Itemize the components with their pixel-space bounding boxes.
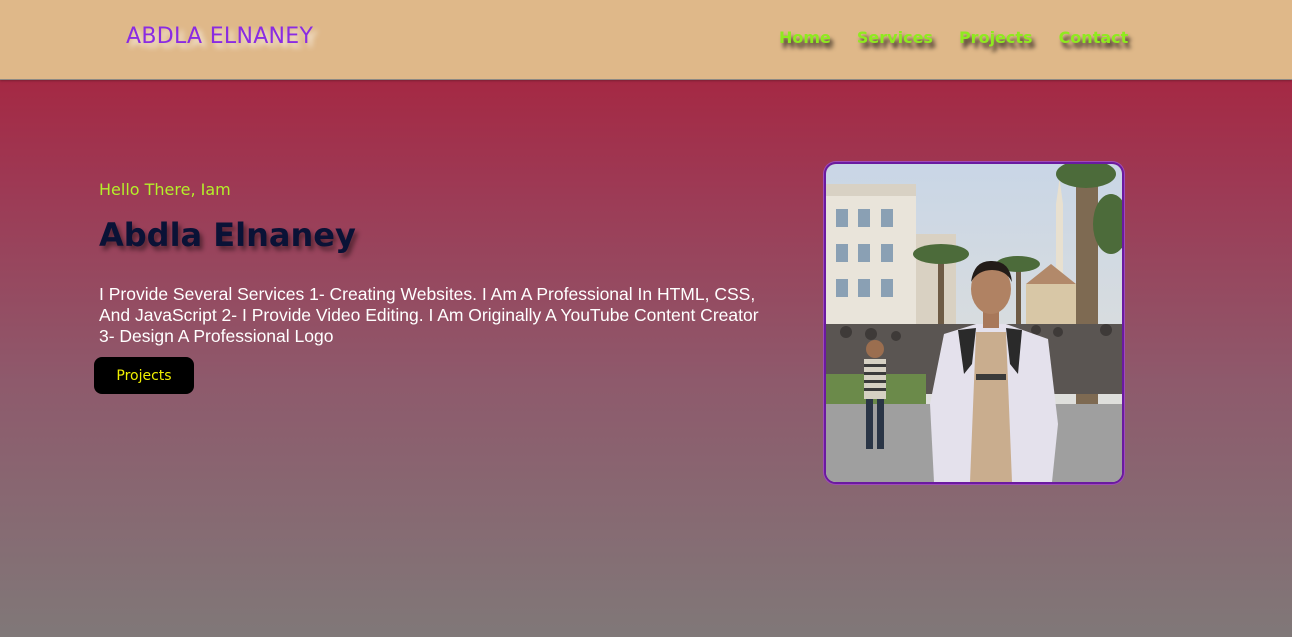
hero-greeting: Hello There, Iam	[99, 180, 231, 199]
site-header: ABDLA ELNANEY Home Services Projects Con…	[0, 0, 1292, 80]
nav-link-contact[interactable]: Contact	[1059, 28, 1129, 47]
nav-link-projects[interactable]: Projects	[959, 28, 1033, 47]
main-nav: Home Services Projects Contact	[779, 28, 1128, 47]
profile-photo	[824, 162, 1124, 484]
nav-link-home[interactable]: Home	[779, 28, 831, 47]
hero-description: I Provide Several Services 1- Creating W…	[99, 284, 759, 346]
profile-photo-illustration	[826, 164, 1122, 482]
site-logo[interactable]: ABDLA ELNANEY	[126, 24, 313, 49]
nav-link-services[interactable]: Services	[857, 28, 933, 47]
hero-name: Abdla Elnaney	[99, 216, 356, 254]
projects-button[interactable]: Projects	[94, 357, 194, 394]
